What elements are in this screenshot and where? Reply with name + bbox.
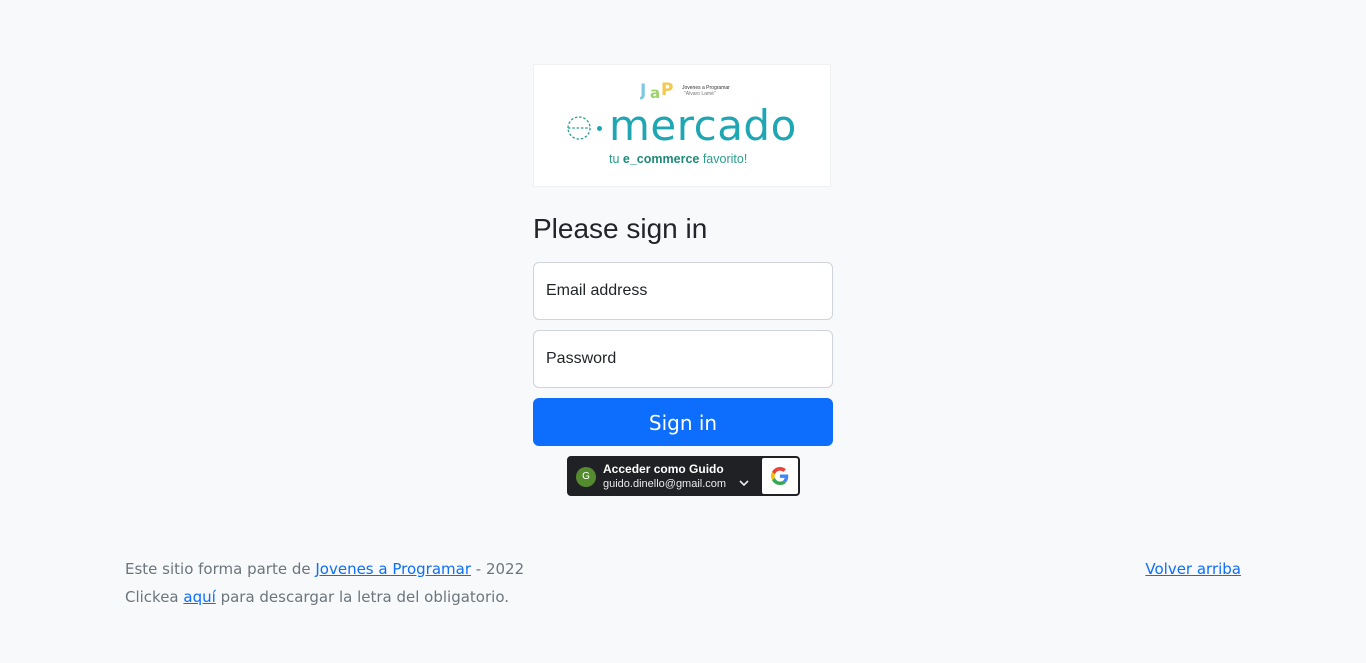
svg-text:P: P (661, 80, 673, 100)
jap-link[interactable]: Jovenes a Programar (315, 560, 471, 578)
emercado-logo: J a P Jovenes a Programar "Alvaro Lamé" … (533, 64, 831, 187)
page-title: Please sign in (533, 213, 708, 244)
chevron-down-icon[interactable] (739, 480, 749, 487)
google-account-name: Acceder como Guido (603, 462, 724, 476)
google-account-email: guido.dinello@gmail.com (603, 478, 727, 490)
google-logo-icon (771, 467, 789, 485)
svg-text:J: J (640, 81, 646, 101)
svg-text:a: a (650, 84, 660, 101)
password-field-label: Password (546, 350, 617, 367)
google-logo-box (762, 458, 798, 494)
footer-credit: Este sitio forma parte de Jovenes a Prog… (125, 560, 525, 578)
globe-icon (567, 116, 591, 140)
jap-logo-text: Jovenes a Programar "Alvaro Lamé" (682, 85, 730, 97)
email-field-label: Email address (546, 282, 648, 299)
google-sign-in-button[interactable]: G Acceder como Guido guido.dinello@gmail… (567, 456, 800, 496)
brand-dot (597, 126, 602, 131)
sign-in-button[interactable]: Sign in (533, 398, 833, 446)
password-field[interactable]: Password (533, 330, 833, 388)
login-page: J a P Jovenes a Programar "Alvaro Lamé" … (0, 0, 1366, 663)
avatar: G (576, 467, 596, 487)
brand-tagline: tu e_commerce favorito! (609, 152, 748, 166)
brand-name: mercado (609, 101, 797, 150)
footer-download: Clickea aquí para descargar la letra del… (125, 588, 509, 606)
email-field[interactable]: Email address (533, 262, 833, 320)
download-link[interactable]: aquí (183, 588, 215, 606)
back-to-top-link[interactable]: Volver arriba (1145, 560, 1241, 578)
jap-logo-icon: J a P (640, 80, 673, 101)
